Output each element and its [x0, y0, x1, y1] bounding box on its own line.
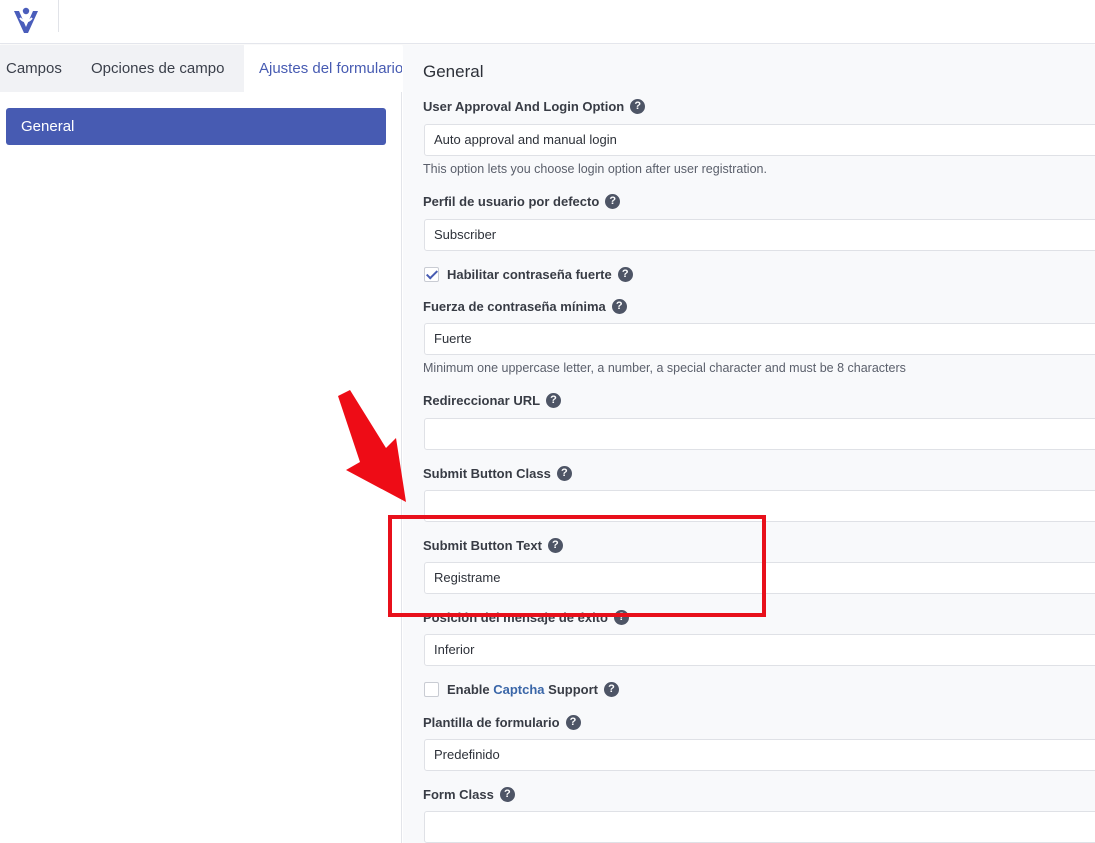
form-template-select[interactable]: Predefinido	[424, 739, 1095, 771]
help-icon[interactable]: ?	[617, 267, 633, 282]
strong-password-row: Habilitar contraseña fuerte ?	[424, 267, 633, 282]
section-title: General	[423, 62, 484, 81]
strong-password-checkbox[interactable]	[424, 267, 439, 282]
approval-label: User Approval And Login Option ?	[423, 99, 646, 114]
min-strength-select[interactable]: Fuerte	[424, 323, 1095, 355]
settings-panel: General User Approval And Login Option ?…	[403, 45, 1095, 843]
form-class-label-text: Form Class	[423, 787, 494, 802]
tab-campos[interactable]: Campos	[0, 45, 74, 92]
submit-class-label-text: Submit Button Class	[423, 466, 551, 481]
submit-text-input[interactable]: Registrame	[424, 562, 1095, 594]
redirect-url-label: Redireccionar URL ?	[423, 393, 562, 408]
captcha-link[interactable]: Captcha	[493, 682, 544, 697]
captcha-row: Enable Captcha Support ?	[424, 682, 619, 697]
min-strength-label: Fuerza de contraseña mínima ?	[423, 299, 627, 314]
success-position-label: Posición del mensaje de éxito ?	[423, 610, 629, 625]
min-strength-label-text: Fuerza de contraseña mínima	[423, 299, 606, 314]
sidebar-item-general[interactable]: General	[6, 108, 386, 145]
tab-bar: Campos Opciones de campo Ajustes del for…	[0, 45, 402, 92]
submit-class-input[interactable]	[424, 490, 1095, 522]
strong-password-label: Habilitar contraseña fuerte	[447, 267, 612, 282]
form-template-label: Plantilla de formulario ?	[423, 715, 581, 730]
submit-class-label: Submit Button Class ?	[423, 466, 572, 481]
app-logo[interactable]	[12, 5, 40, 35]
redirect-url-label-text: Redireccionar URL	[423, 393, 541, 408]
help-icon[interactable]: ?	[546, 393, 562, 408]
success-position-label-text: Posición del mensaje de éxito	[423, 610, 608, 625]
redirect-url-input[interactable]	[424, 418, 1095, 450]
form-template-label-text: Plantilla de formulario	[423, 715, 560, 730]
approval-select[interactable]: Auto approval and manual login	[424, 124, 1095, 156]
topbar-divider	[58, 0, 59, 32]
default-role-label-text: Perfil de usuario por defecto	[423, 194, 600, 209]
default-role-label: Perfil de usuario por defecto ?	[423, 194, 621, 209]
tab-ajustes-del-formulario[interactable]: Ajustes del formulario	[244, 45, 402, 92]
tab-opciones-de-campo[interactable]: Opciones de campo	[74, 45, 244, 92]
approval-description: This option lets you choose login option…	[423, 162, 767, 176]
form-class-label: Form Class ?	[423, 787, 515, 802]
captcha-label-before: Enable	[447, 682, 494, 697]
captcha-label-after: Support	[544, 682, 598, 697]
help-icon[interactable]: ?	[611, 299, 627, 314]
success-position-select[interactable]: Inferior	[424, 634, 1095, 666]
submit-text-label-text: Submit Button Text	[423, 538, 542, 553]
help-icon[interactable]: ?	[613, 610, 629, 625]
help-icon[interactable]: ?	[547, 538, 563, 553]
help-icon[interactable]: ?	[499, 787, 515, 802]
help-icon[interactable]: ?	[565, 715, 581, 730]
submit-text-label: Submit Button Text ?	[423, 538, 563, 553]
help-icon[interactable]: ?	[556, 466, 572, 481]
approval-label-text: User Approval And Login Option	[423, 99, 625, 114]
help-icon[interactable]: ?	[605, 194, 621, 209]
default-role-select[interactable]: Subscriber	[424, 219, 1095, 251]
left-panel: Campos Opciones de campo Ajustes del for…	[0, 45, 402, 843]
captcha-checkbox[interactable]	[424, 682, 439, 697]
min-strength-description: Minimum one uppercase letter, a number, …	[423, 361, 906, 375]
form-class-input[interactable]	[424, 811, 1095, 843]
top-bar	[0, 0, 1095, 44]
help-icon[interactable]: ?	[603, 682, 619, 697]
help-icon[interactable]: ?	[630, 99, 646, 114]
